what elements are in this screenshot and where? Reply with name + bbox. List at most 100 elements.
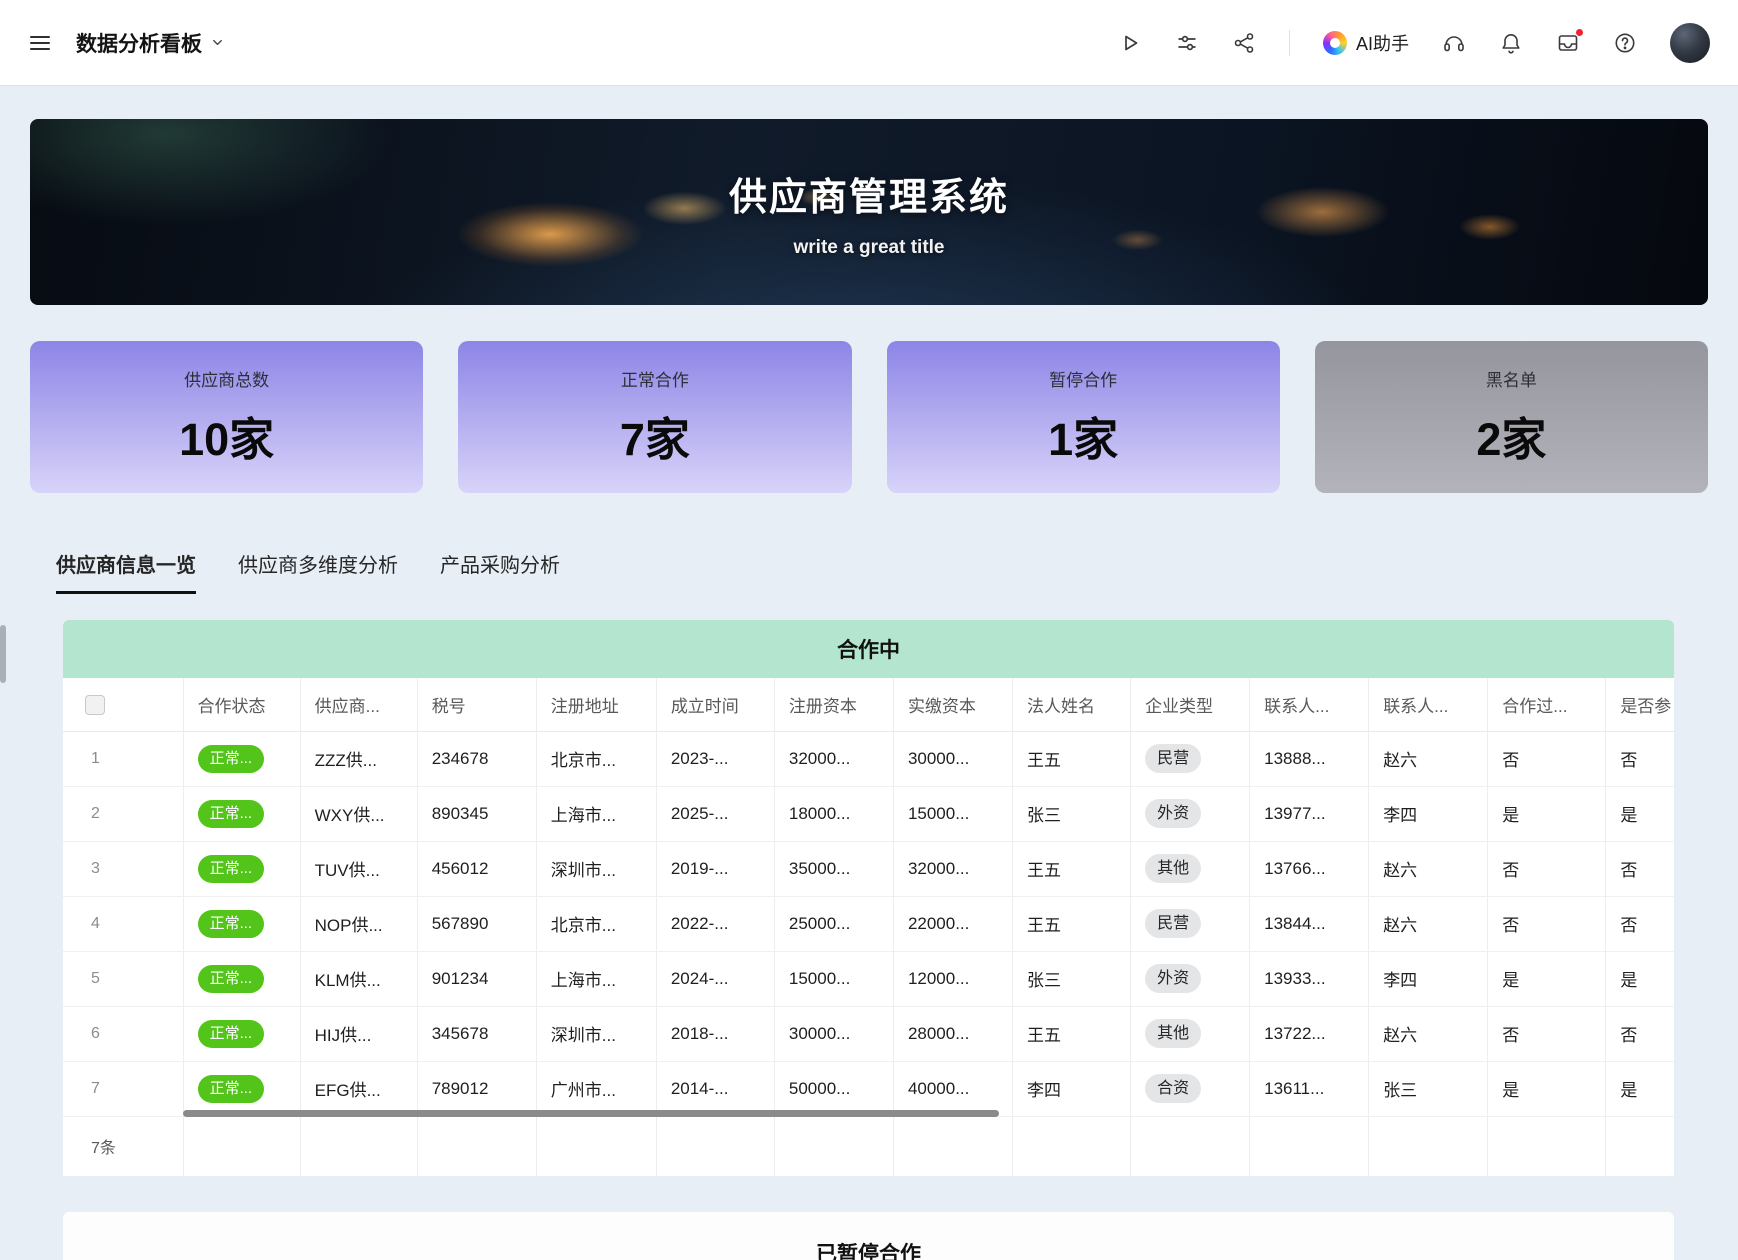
cell-company_type: 其他 [1131, 1006, 1250, 1061]
table-row[interactable]: 5正常...KLM供...901234上海市...2024-...15000..… [63, 951, 1674, 1006]
table-row[interactable]: 7正常...EFG供...789012广州市...2014-...50000..… [63, 1061, 1674, 1116]
footer-empty-cell [1250, 1116, 1369, 1176]
stat-card-paused-cooperation[interactable]: 暂停合作 1家 [887, 341, 1280, 493]
paused-section-title: 已暂停合作 [63, 1238, 1674, 1260]
status-badge: 正常... [198, 800, 265, 828]
column-header-coop_history[interactable]: 合作过... [1488, 678, 1606, 731]
column-header-reg_address[interactable]: 注册地址 [536, 678, 656, 731]
row-count-label: 7条 [63, 1116, 183, 1176]
cell-participated: 否 [1606, 1006, 1674, 1061]
bell-icon[interactable] [1499, 31, 1523, 55]
stat-label: 黑名单 [1486, 366, 1537, 391]
inbox-icon[interactable] [1556, 31, 1580, 55]
row-number: 7 [63, 1061, 183, 1116]
cell-supplier: KLM供... [300, 951, 417, 1006]
table-row[interactable]: 4正常...NOP供...567890北京市...2022-...25000..… [63, 896, 1674, 951]
company-type-badge: 合资 [1145, 1074, 1201, 1103]
cell-legal_person: 王五 [1013, 731, 1131, 786]
stat-label: 暂停合作 [1049, 366, 1117, 391]
cell-founded: 2022-... [656, 896, 774, 951]
cell-contact_name: 赵六 [1369, 731, 1488, 786]
play-icon[interactable] [1118, 31, 1142, 55]
column-header-contact_phone[interactable]: 联系人... [1250, 678, 1369, 731]
avatar[interactable] [1670, 23, 1710, 63]
stat-label: 正常合作 [621, 366, 689, 391]
table-footer-row: 7条 [63, 1116, 1674, 1176]
menu-icon[interactable] [28, 31, 52, 55]
cell-tax_no: 234678 [417, 731, 536, 786]
company-type-badge: 民营 [1145, 744, 1201, 773]
stat-card-blacklist[interactable]: 黑名单 2家 [1315, 341, 1708, 493]
status-badge: 正常... [198, 1075, 265, 1103]
column-header-legal_person[interactable]: 法人姓名 [1013, 678, 1131, 731]
row-number: 2 [63, 786, 183, 841]
column-header-founded[interactable]: 成立时间 [656, 678, 774, 731]
column-header-status[interactable]: 合作状态 [183, 678, 300, 731]
cell-status: 正常... [183, 841, 300, 896]
select-all-cell [63, 678, 183, 731]
share-icon[interactable] [1232, 31, 1256, 55]
cell-reg_capital: 15000... [774, 951, 893, 1006]
table-scroll-area[interactable]: 合作状态供应商...税号注册地址成立时间注册资本实缴资本法人姓名企业类型联系人.… [63, 678, 1674, 1176]
cell-supplier: EFG供... [300, 1061, 417, 1116]
table-row[interactable]: 3正常...TUV供...456012深圳市...2019-...35000..… [63, 841, 1674, 896]
column-header-reg_capital[interactable]: 注册资本 [774, 678, 893, 731]
cell-status: 正常... [183, 896, 300, 951]
cell-legal_person: 张三 [1013, 786, 1131, 841]
headset-icon[interactable] [1442, 31, 1466, 55]
column-header-tax_no[interactable]: 税号 [417, 678, 536, 731]
sliders-icon[interactable] [1175, 31, 1199, 55]
vertical-page-scrollbar[interactable] [0, 625, 6, 683]
select-all-checkbox[interactable] [85, 695, 105, 715]
column-header-company_type[interactable]: 企业类型 [1131, 678, 1250, 731]
footer-empty-cell [1131, 1116, 1250, 1176]
footer-empty-cell [417, 1116, 536, 1176]
status-badge: 正常... [198, 745, 265, 773]
horizontal-scrollbar[interactable] [183, 1110, 999, 1117]
cell-paid_capital: 28000... [893, 1006, 1012, 1061]
cell-supplier: TUV供... [300, 841, 417, 896]
cell-legal_person: 王五 [1013, 896, 1131, 951]
column-header-contact_name[interactable]: 联系人... [1369, 678, 1488, 731]
topbar: 数据分析看板 AI助手 [0, 0, 1738, 85]
cell-paid_capital: 40000... [893, 1061, 1012, 1116]
cell-founded: 2014-... [656, 1061, 774, 1116]
cell-legal_person: 王五 [1013, 1006, 1131, 1061]
cell-paid_capital: 22000... [893, 896, 1012, 951]
cell-company_type: 合资 [1131, 1061, 1250, 1116]
table-row[interactable]: 1正常...ZZZ供...234678北京市...2023-...32000..… [63, 731, 1674, 786]
company-type-badge: 外资 [1145, 799, 1201, 828]
cell-contact_phone: 13888... [1250, 731, 1369, 786]
cell-coop_history: 否 [1488, 896, 1606, 951]
page-title[interactable]: 数据分析看板 [76, 28, 225, 58]
tab-product-procurement-analysis[interactable]: 产品采购分析 [440, 549, 560, 594]
stat-card-total-suppliers[interactable]: 供应商总数 10家 [30, 341, 423, 493]
cell-company_type: 外资 [1131, 951, 1250, 1006]
cell-reg_address: 广州市... [536, 1061, 656, 1116]
cell-contact_name: 张三 [1369, 1061, 1488, 1116]
tab-supplier-multidim-analysis[interactable]: 供应商多维度分析 [238, 549, 398, 594]
cell-company_type: 民营 [1131, 896, 1250, 951]
table-row[interactable]: 6正常...HIJ供...345678深圳市...2018-...30000..… [63, 1006, 1674, 1061]
cell-supplier: WXY供... [300, 786, 417, 841]
cell-paid_capital: 30000... [893, 731, 1012, 786]
row-number: 4 [63, 896, 183, 951]
column-header-paid_capital[interactable]: 实缴资本 [893, 678, 1012, 731]
cell-participated: 是 [1606, 786, 1674, 841]
table-header-row: 合作状态供应商...税号注册地址成立时间注册资本实缴资本法人姓名企业类型联系人.… [63, 678, 1674, 731]
ai-assistant-button[interactable]: AI助手 [1323, 30, 1409, 56]
chevron-down-icon [210, 35, 225, 50]
tab-supplier-overview[interactable]: 供应商信息一览 [56, 549, 196, 594]
help-icon[interactable] [1613, 31, 1637, 55]
footer-empty-cell [1488, 1116, 1606, 1176]
hero-subtitle: write a great title [794, 237, 945, 259]
company-type-badge: 外资 [1145, 964, 1201, 993]
cell-reg_address: 北京市... [536, 731, 656, 786]
table-row[interactable]: 2正常...WXY供...890345上海市...2025-...18000..… [63, 786, 1674, 841]
column-header-supplier[interactable]: 供应商... [300, 678, 417, 731]
stat-value: 2家 [1476, 403, 1546, 468]
status-badge: 正常... [198, 1020, 265, 1048]
column-header-participated[interactable]: 是否参 [1606, 678, 1674, 731]
cell-coop_history: 否 [1488, 1006, 1606, 1061]
stat-card-normal-cooperation[interactable]: 正常合作 7家 [458, 341, 851, 493]
